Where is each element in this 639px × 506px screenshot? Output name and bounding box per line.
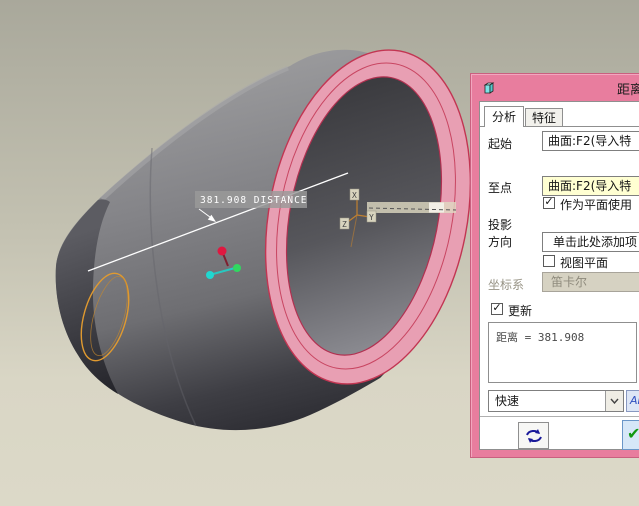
- update-label: 更新: [508, 302, 532, 319]
- axis-label-y: Y: [367, 211, 376, 222]
- csys-field: 笛卡尔: [542, 272, 639, 292]
- to-point-label: 至点: [488, 179, 512, 196]
- swap-arrows-icon: [524, 428, 544, 444]
- projection-label-line2: 方向: [488, 233, 512, 250]
- axis-label-z: Z: [340, 218, 349, 229]
- view-plane-label: 视图平面: [560, 254, 608, 271]
- svg-text:Y: Y: [369, 213, 374, 222]
- green-check-icon: ✔: [627, 424, 639, 443]
- tab-feature[interactable]: 特征: [525, 108, 563, 127]
- view-plane-checkbox[interactable]: [543, 255, 555, 267]
- axis-label-x: X: [350, 189, 359, 200]
- distance-dialog: 距离 分析 特征 起始 曲面:F2(导入特 至点 曲面:F2(导入特 ✓ 作为平…: [470, 73, 639, 458]
- mode-dropdown-value: 快速: [495, 394, 519, 408]
- dimension-label[interactable]: 381.908 DISTANCE: [195, 191, 308, 208]
- check-icon: ✓: [492, 301, 501, 314]
- svg-text:381.908 DISTANCE: 381.908 DISTANCE: [200, 195, 308, 206]
- results-textarea: 距离 = 381.908: [488, 322, 637, 383]
- use-as-plane-checkbox[interactable]: ✓: [543, 197, 555, 209]
- buttonbar-divider: [480, 416, 639, 417]
- csys-label: 坐标系: [488, 276, 524, 293]
- check-icon: ✓: [544, 195, 553, 208]
- repeat-analysis-button[interactable]: [518, 422, 549, 449]
- chevron-down-icon: [610, 398, 619, 404]
- to-point-collector-field[interactable]: 曲面:F2(导入特: [542, 176, 639, 196]
- dialog-title: 距离: [471, 79, 639, 98]
- svg-text:X: X: [352, 191, 357, 200]
- update-checkbox[interactable]: ✓: [491, 303, 503, 315]
- svg-text:Z: Z: [342, 220, 347, 229]
- dialog-panel: 分析 特征 起始 曲面:F2(导入特 至点 曲面:F2(导入特 ✓ 作为平面使用…: [479, 101, 639, 450]
- tab-analysis[interactable]: 分析: [484, 106, 524, 127]
- projection-label-line1: 投影: [488, 216, 512, 233]
- mode-dropdown[interactable]: 快速: [488, 390, 624, 412]
- use-as-plane-label: 作为平面使用: [560, 196, 632, 213]
- application-viewport: 381.908 DISTANCE X Y: [0, 0, 639, 506]
- dropdown-arrow-button[interactable]: [605, 391, 623, 411]
- dialog-titlebar[interactable]: 距离: [471, 74, 639, 101]
- start-collector-field[interactable]: 曲面:F2(导入特: [542, 131, 639, 151]
- ok-button[interactable]: ✔: [622, 420, 639, 450]
- saved-analysis-button[interactable]: AN: [626, 390, 639, 412]
- add-item-collector-button[interactable]: 单击此处添加项: [542, 232, 639, 252]
- start-label: 起始: [488, 135, 512, 152]
